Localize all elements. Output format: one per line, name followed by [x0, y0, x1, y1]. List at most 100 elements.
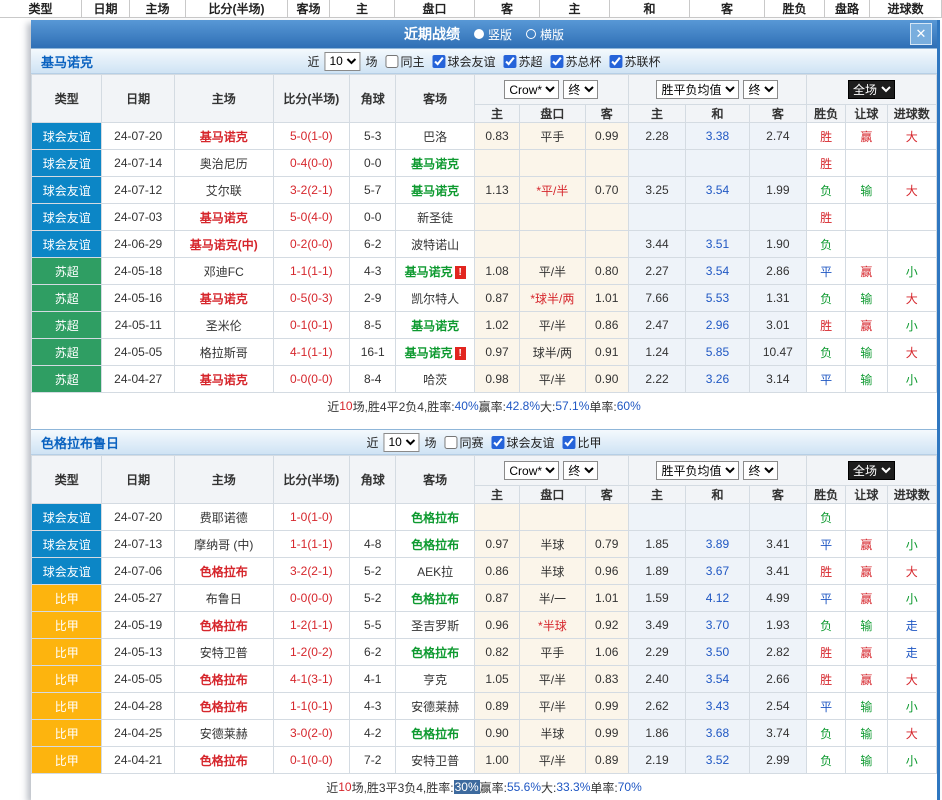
odds-home-cell: 0.90 — [474, 720, 519, 747]
away-team-cell: 基马诺克! — [396, 258, 475, 285]
bg-header-cell: 客 — [475, 0, 540, 17]
summary-part: 赢率: — [480, 779, 507, 796]
bg-header-cell: 盘路 — [825, 0, 870, 17]
date-cell: 24-05-18 — [102, 258, 174, 285]
filter-checkbox[interactable] — [563, 436, 576, 449]
home-team-name: 基马诺克(中) — [190, 238, 258, 252]
score-cell: 4-1(1-1) — [273, 339, 350, 366]
match-row: 球会友谊24-06-29基马诺克(中)0-2(0-0)6-2波特诺山3.443.… — [32, 231, 937, 258]
goals-cell: 小 — [887, 531, 936, 558]
avg-home-cell: 2.27 — [628, 258, 685, 285]
avg-home-cell: 1.89 — [628, 558, 685, 585]
match-row: 比甲24-05-27布鲁日0-0(0-0)5-2色格拉布0.87半/一1.011… — [32, 585, 937, 612]
avg-type-select[interactable]: 胜平负均值 — [656, 461, 739, 480]
recent-count-select[interactable]: 10 — [324, 52, 360, 71]
radio-horizontal-label: 横版 — [540, 26, 564, 43]
odds-away-cell: 0.96 — [585, 558, 628, 585]
avg-time-select[interactable]: 终 — [743, 461, 778, 480]
odds-home-cell: 1.05 — [474, 666, 519, 693]
avg-away-cell: 10.47 — [749, 339, 806, 366]
filter-checkbox[interactable] — [610, 55, 623, 68]
odds-time-select[interactable]: 终 — [563, 461, 598, 480]
avg-time-select[interactable]: 终 — [743, 80, 778, 99]
team-bar: 基马诺克近10场同主球会友谊苏超苏总杯苏联杯 — [31, 48, 937, 74]
sections-container: 基马诺克近10场同主球会友谊苏超苏总杯苏联杯类型日期主场比分(半场)角球客场Cr… — [31, 48, 937, 800]
period-select[interactable]: 全场 — [848, 461, 895, 480]
handicap-result-cell: 输 — [846, 339, 887, 366]
score-cell: 5-0(4-0) — [273, 204, 350, 231]
score-cell: 1-2(0-2) — [273, 639, 350, 666]
avg-type-select[interactable]: 胜平负均值 — [656, 80, 739, 99]
filter-option[interactable]: 比甲 — [563, 434, 602, 451]
filter-option[interactable]: 苏总杯 — [551, 53, 602, 70]
result-cell: 负 — [807, 177, 846, 204]
matches-label: 场 — [365, 53, 377, 70]
layout-radio-vertical[interactable]: 竖版 — [474, 26, 512, 43]
away-team-cell: 色格拉布 — [396, 639, 475, 666]
odds-company-select[interactable]: Crow* — [504, 80, 559, 99]
handicap-cell: 半球 — [520, 531, 585, 558]
avg-away-cell: 2.66 — [749, 666, 806, 693]
close-button[interactable]: ✕ — [910, 23, 932, 45]
date-cell: 24-07-14 — [102, 150, 174, 177]
away-team-cell: 圣吉罗斯 — [396, 612, 475, 639]
avg-draw-cell: 3.26 — [686, 366, 749, 393]
filter-checkbox[interactable] — [432, 55, 445, 68]
avg-away-cell: 1.31 — [749, 285, 806, 312]
filter-option[interactable]: 苏超 — [504, 53, 543, 70]
filter-checkbox[interactable] — [504, 55, 517, 68]
column-header: 日期 — [102, 456, 174, 504]
odds-away-cell — [585, 504, 628, 531]
score-cell: 0-4(0-0) — [273, 150, 350, 177]
odds-away-cell: 0.83 — [585, 666, 628, 693]
odds-away-cell: 0.99 — [585, 693, 628, 720]
result-cell: 平 — [807, 258, 846, 285]
filter-checkbox[interactable] — [385, 55, 398, 68]
filter-checkbox[interactable] — [551, 55, 564, 68]
result-cell: 平 — [807, 693, 846, 720]
odds-away-cell: 0.90 — [585, 366, 628, 393]
bg-header-cell: 类型 — [0, 0, 82, 17]
layout-radio-horizontal[interactable]: 横版 — [526, 26, 564, 43]
avg-away-cell: 1.93 — [749, 612, 806, 639]
filter-checkbox[interactable] — [492, 436, 505, 449]
avg-draw-cell: 2.96 — [686, 312, 749, 339]
bg-header-cell: 盘口 — [395, 0, 475, 17]
filter-option[interactable]: 苏联杯 — [610, 53, 661, 70]
home-team-name: 安德莱赫 — [200, 727, 248, 741]
popup-titlebar: 近期战绩 竖版 横版 ✕ — [31, 20, 937, 48]
date-cell: 24-04-28 — [102, 693, 174, 720]
radio-vertical-label: 竖版 — [488, 26, 512, 43]
result-cell: 平 — [807, 585, 846, 612]
period-select[interactable]: 全场 — [848, 80, 895, 99]
match-row: 比甲24-04-25安德莱赫3-0(2-0)4-2色格拉布0.90半球0.991… — [32, 720, 937, 747]
summary-part: 10 — [338, 780, 351, 794]
score-cell: 3-2(2-1) — [273, 177, 350, 204]
filter-option[interactable]: 同主 — [385, 53, 424, 70]
recent-count-select[interactable]: 10 — [383, 433, 419, 452]
odds-company-select[interactable]: Crow* — [504, 461, 559, 480]
handicap-result-cell: 输 — [846, 285, 887, 312]
match-row: 球会友谊24-07-06色格拉布3-2(2-1)5-2AEK拉0.86半球0.9… — [32, 558, 937, 585]
filter-checkbox[interactable] — [444, 436, 457, 449]
filter-option[interactable]: 球会友谊 — [432, 53, 495, 70]
avg-draw-cell: 3.50 — [686, 639, 749, 666]
goals-cell — [887, 150, 936, 177]
league-cell: 比甲 — [32, 612, 102, 639]
avg-home-cell: 2.29 — [628, 639, 685, 666]
goals-cell: 小 — [887, 258, 936, 285]
league-cell: 球会友谊 — [32, 150, 102, 177]
filter-option[interactable]: 同赛 — [444, 434, 483, 451]
home-team-cell: 色格拉布 — [174, 558, 273, 585]
date-cell: 24-05-19 — [102, 612, 174, 639]
warning-card-icon: ! — [455, 347, 466, 360]
result-cell: 平 — [807, 366, 846, 393]
odds-time-select[interactable]: 终 — [563, 80, 598, 99]
date-cell: 24-04-27 — [102, 366, 174, 393]
date-cell: 24-07-12 — [102, 177, 174, 204]
match-row: 比甲24-05-19色格拉布1-2(1-1)5-5圣吉罗斯0.96*半球0.92… — [32, 612, 937, 639]
avg-away-cell: 2.99 — [749, 747, 806, 774]
match-row: 比甲24-04-21色格拉布0-1(0-0)7-2安特卫普1.00平/半0.89… — [32, 747, 937, 774]
filter-option[interactable]: 球会友谊 — [492, 434, 555, 451]
home-team-cell: 安特卫普 — [174, 639, 273, 666]
